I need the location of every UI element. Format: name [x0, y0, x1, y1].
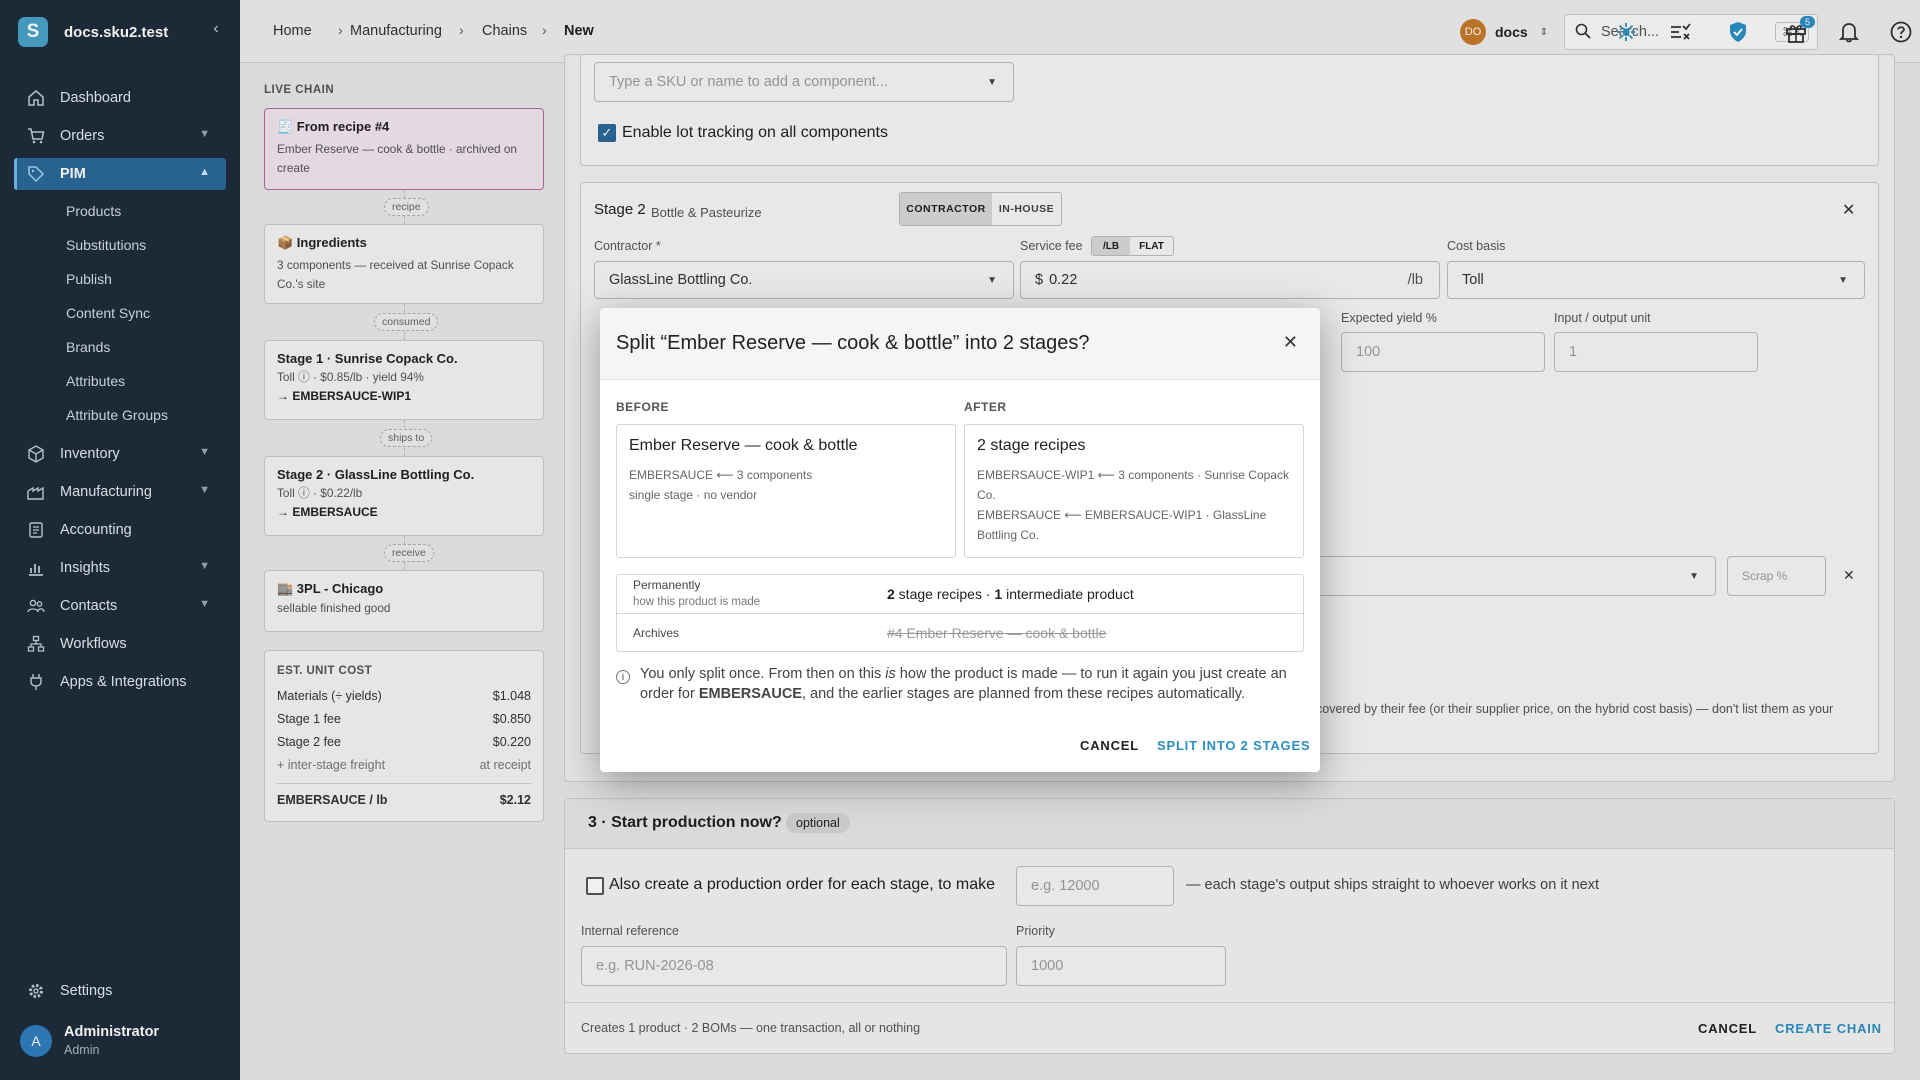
after-line-2: EMBERSAUCE ⟵ EMBERSAUCE-WIP1 · GlassLine…: [977, 508, 1267, 542]
cancel-button[interactable]: CANCEL: [1080, 738, 1139, 753]
after-title: 2 stage recipes: [977, 437, 1086, 454]
split-dialog: Split “Ember Reserve — cook & bottle” in…: [600, 308, 1320, 772]
permanently-value: 2 stage recipes · 1 intermediate product: [887, 586, 1134, 602]
after-box: 2 stage recipes EMBERSAUCE-WIP1 ⟵ 3 comp…: [964, 424, 1304, 558]
after-line-1: EMBERSAUCE-WIP1 ⟵ 3 components · Sunrise…: [977, 468, 1289, 502]
before-box: Ember Reserve — cook & bottle EMBERSAUCE…: [616, 424, 956, 558]
before-line-2: single stage · no vendor: [629, 488, 758, 502]
before-line-1: EMBERSAUCE ⟵ 3 components: [629, 468, 813, 482]
after-label: AFTER: [964, 400, 1007, 414]
close-icon[interactable]: ✕: [1283, 332, 1298, 353]
before-label: BEFORE: [616, 400, 670, 414]
info-icon: i: [616, 670, 630, 684]
archives-label: Archives: [633, 626, 680, 640]
split-summary-table: Permanently how this product is made 2 s…: [616, 574, 1304, 652]
permanently-label: Permanently: [633, 578, 701, 592]
dialog-title: Split “Ember Reserve — cook & bottle” in…: [616, 332, 1090, 354]
archives-value: #4 Ember Reserve — cook & bottle: [887, 625, 1107, 641]
split-info-text: You only split once. From then on this i…: [640, 666, 1287, 702]
permanently-sublabel: how this product is made: [633, 596, 761, 608]
before-title: Ember Reserve — cook & bottle: [629, 437, 858, 454]
split-into-stages-button[interactable]: SPLIT INTO 2 STAGES: [1157, 738, 1310, 753]
